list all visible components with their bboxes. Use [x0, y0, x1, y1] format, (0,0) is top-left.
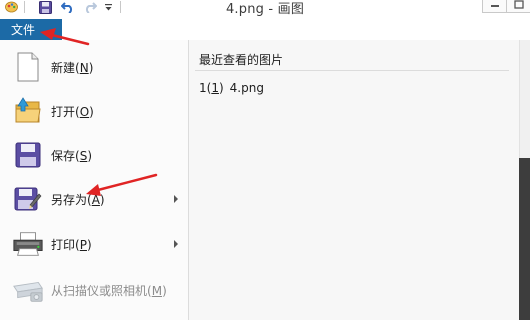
file-menu: 新建(N) 打开(O) 保存(S) 另存为(A) 打印(P) 从扫描仪或照相机(…: [0, 40, 189, 320]
recent-pictures-header: 最近查看的图片: [199, 53, 284, 67]
recent-file-name: 4.png: [229, 81, 264, 95]
menu-item-from-scanner[interactable]: 从扫描仪或照相机(M): [0, 270, 188, 310]
new-document-icon: [12, 51, 44, 83]
save-disk-icon: [12, 139, 44, 171]
minimize-button[interactable]: [482, 0, 508, 13]
menu-item-label: 另存为(A): [51, 192, 105, 207]
menu-item-print[interactable]: 打印(P): [0, 224, 188, 264]
title-bar: 4.png - 画图: [0, 0, 530, 19]
submenu-arrow-icon: [174, 195, 178, 203]
divider: [195, 70, 509, 71]
save-as-icon: [12, 183, 44, 215]
open-folder-icon: [12, 95, 44, 127]
recent-pictures-pane: 最近查看的图片 1(1) 4.png: [189, 40, 519, 320]
recent-file-item[interactable]: 1(1) 4.png: [199, 81, 264, 95]
ribbon-tab-row: 文件: [0, 19, 530, 40]
canvas-background: [519, 158, 530, 320]
submenu-arrow-icon: [174, 240, 178, 248]
maximize-button[interactable]: [506, 0, 530, 13]
scanner-icon: [12, 274, 44, 306]
menu-item-save-as[interactable]: 另存为(A): [0, 179, 188, 219]
menu-item-open[interactable]: 打开(O): [0, 91, 188, 131]
recent-file-index: 1(1): [199, 81, 224, 95]
menu-item-label: 打开(O): [51, 104, 94, 119]
file-tab[interactable]: 文件: [0, 19, 62, 40]
menu-item-label: 新建(N): [51, 60, 94, 75]
menu-item-label: 从扫描仪或照相机(M): [51, 283, 167, 298]
printer-icon: [12, 228, 44, 260]
window-title: 4.png - 画图: [225, 2, 305, 17]
menu-item-save[interactable]: 保存(S): [0, 135, 188, 175]
menu-item-new[interactable]: 新建(N): [0, 47, 188, 87]
menu-item-label: 保存(S): [51, 148, 93, 163]
menu-item-label: 打印(P): [51, 237, 92, 252]
